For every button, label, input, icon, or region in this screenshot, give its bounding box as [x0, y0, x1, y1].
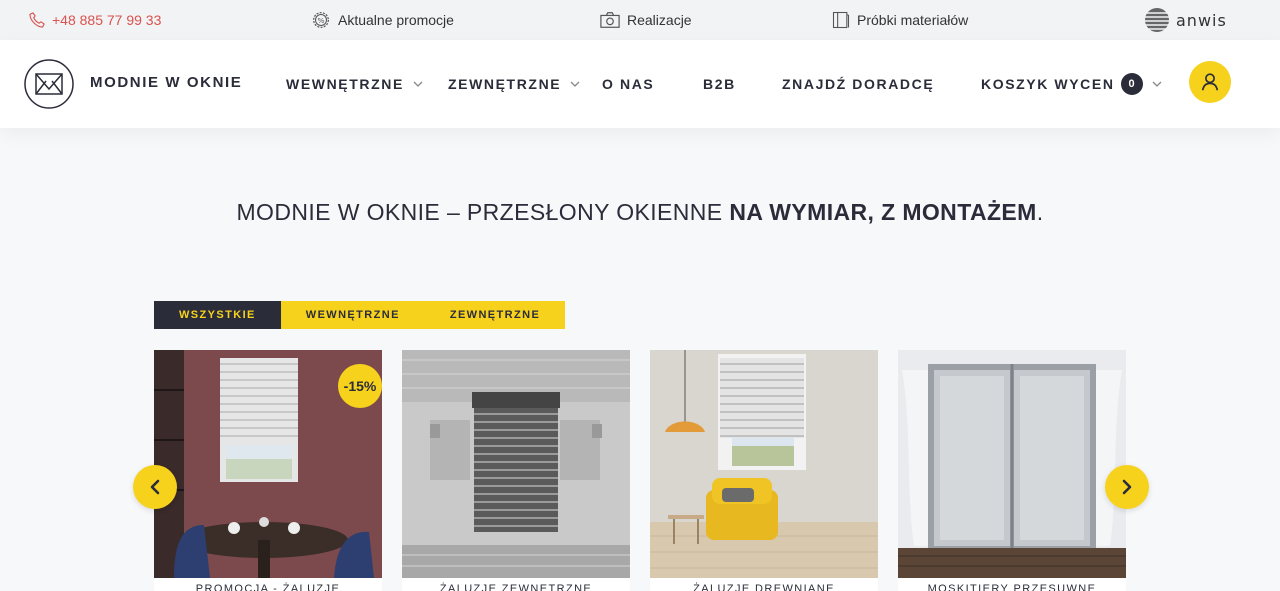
discount-badge: -15% [338, 364, 382, 408]
nav-about-label: O NAS [602, 76, 655, 92]
nav-b2b-label: B2B [703, 76, 736, 92]
camera-icon [600, 12, 620, 28]
top-info-bar: +48 885 77 99 33 % Aktualne promocje Rea… [0, 0, 1280, 40]
anwis-logo-text: anwis [1176, 10, 1227, 30]
anwis-globe-icon [1145, 8, 1169, 32]
phone-link[interactable]: +48 885 77 99 33 [28, 0, 161, 40]
samples-link[interactable]: Próbki materiałów [831, 0, 968, 40]
nav-about[interactable]: O NAS [602, 76, 654, 92]
chevron-down-icon [1152, 81, 1162, 87]
chevron-down-icon [413, 81, 423, 87]
promotions-label: Aktualne promocje [338, 12, 454, 28]
headline-bold: NA WYMIAR, Z MONTAŻEM [729, 199, 1037, 225]
user-account-button[interactable] [1189, 61, 1231, 103]
product-caption: MOSKITIERY PRZESUWNE [927, 583, 1097, 591]
chevron-down-icon [570, 81, 580, 87]
tab-internal[interactable]: WEWNĘTRZNE [280, 301, 425, 329]
samples-label: Próbki materiałów [857, 12, 969, 28]
page-headline: MODNIE W OKNIE – PRZESŁONY OKIENNE NA WY… [0, 199, 1280, 226]
nav-internal[interactable]: WEWNĘTRZNE [286, 76, 423, 92]
phone-icon [29, 12, 45, 28]
phone-number: +48 885 77 99 33 [52, 12, 162, 28]
main-header: MODNIE W OKNIE WEWNĘTRZNE ZEWNĘTRZNE O N… [0, 40, 1280, 128]
product-card-wooden-blinds[interactable]: ŻALUZJE DREWNIANE [650, 350, 878, 591]
product-caption: ŻALUZJE ZEWNĘTRZNE [439, 583, 593, 591]
nav-external-label: ZEWNĘTRZNE [448, 76, 562, 92]
chevron-right-icon [1122, 479, 1132, 495]
logo-window-icon [24, 59, 74, 109]
anwis-logo[interactable]: anwis [1144, 0, 1227, 40]
product-card-sliding-screens[interactable]: MOSKITIERY PRZESUWNE [898, 350, 1126, 591]
nav-quote-cart-label: KOSZYK WYCEN [981, 76, 1115, 92]
nav-internal-label: WEWNĘTRZNE [286, 76, 404, 92]
promo-gear-icon: % [313, 12, 329, 28]
nav-quote-cart[interactable]: KOSZYK WYCEN 0 [981, 73, 1162, 95]
nav-external[interactable]: ZEWNĘTRZNE [448, 76, 580, 92]
category-filter-tabs: WSZYSTKIE WEWNĘTRZNE ZEWNĘTRZNE [154, 301, 566, 329]
user-icon [1201, 73, 1219, 91]
product-image-external-blinds [402, 350, 630, 578]
tab-all[interactable]: WSZYSTKIE [154, 301, 281, 329]
brand-logo[interactable] [24, 59, 74, 109]
carousel-prev-button[interactable] [133, 465, 177, 509]
nav-find-advisor[interactable]: ZNAJDŹ DORADCĘ [782, 76, 934, 92]
book-icon [832, 11, 850, 29]
product-caption: PROMOCJA - ŻALUZJE [195, 583, 341, 591]
headline-end: . [1036, 199, 1044, 225]
realizations-label: Realizacje [627, 12, 692, 28]
realizations-link[interactable]: Realizacje [599, 0, 692, 40]
nav-b2b[interactable]: B2B [703, 76, 736, 92]
promotions-link[interactable]: % Aktualne promocje [310, 0, 454, 40]
chevron-left-icon [150, 479, 160, 495]
svg-text:%: % [318, 16, 325, 25]
product-caption: ŻALUZJE DREWNIANE [693, 583, 835, 591]
carousel-next-button[interactable] [1105, 465, 1149, 509]
headline-regular: MODNIE W OKNIE – PRZESŁONY OKIENNE [236, 199, 730, 225]
product-card-external-blinds[interactable]: ŻALUZJE ZEWNĘTRZNE [402, 350, 630, 591]
brand-name[interactable]: MODNIE W OKNIE [90, 74, 242, 91]
cart-count-badge: 0 [1120, 73, 1143, 95]
product-image-sliding-screens [898, 350, 1126, 578]
tab-external[interactable]: ZEWNĘTRZNE [424, 301, 566, 329]
product-image-wooden-blinds [650, 350, 878, 578]
nav-find-advisor-label: ZNAJDŹ DORADCĘ [782, 76, 935, 92]
